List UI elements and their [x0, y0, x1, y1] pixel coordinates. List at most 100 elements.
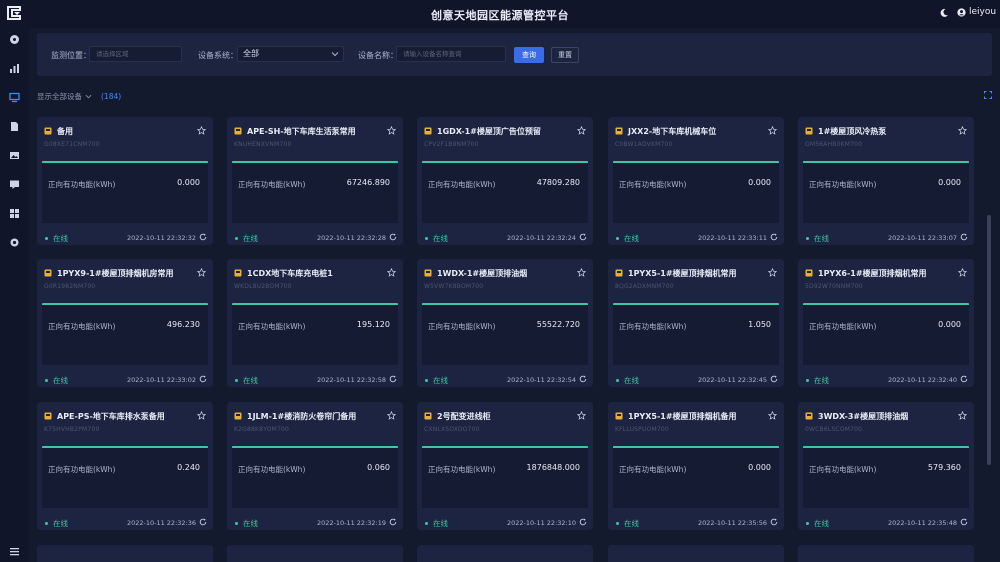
- sidebar-collapse[interactable]: [9, 546, 20, 557]
- star-icon[interactable]: [197, 411, 206, 420]
- username: leiyou: [969, 7, 997, 17]
- refresh-icon[interactable]: [770, 375, 778, 383]
- star-icon[interactable]: [768, 411, 777, 420]
- device-card[interactable]: 1JLM-1#楼消防火卷帘门备用 K2G88K8YOM700 正向有功电能(kW…: [227, 402, 403, 530]
- sidebar-item-messages[interactable]: [9, 179, 20, 190]
- show-all-devices-toggle[interactable]: 显示全部设备 (184): [37, 91, 121, 102]
- user-menu[interactable]: leiyou: [957, 7, 996, 17]
- refresh-icon[interactable]: [579, 518, 587, 526]
- refresh-icon[interactable]: [199, 375, 207, 383]
- device-card[interactable]: APE-SH-地下车库生活泵常用 KNUHENXVNM700 正向有功电能(kW…: [227, 117, 403, 245]
- metric-value: 0.240: [177, 463, 200, 472]
- status-text: 在线: [243, 519, 258, 528]
- star-icon[interactable]: [387, 268, 396, 277]
- update-time: 2022-10-11 22:32:36: [126, 519, 196, 527]
- refresh-icon[interactable]: [960, 518, 968, 526]
- meter-icon: [424, 412, 432, 420]
- refresh-icon[interactable]: [199, 518, 207, 526]
- refresh-icon[interactable]: [770, 518, 778, 526]
- device-card[interactable]: 1CDX地下车库充电桩1 WKDL8U2BOM700 正向有功电能(kWh) 1…: [227, 259, 403, 387]
- device-code: C0BW1ADVKM700: [615, 141, 673, 148]
- query-button[interactable]: 查询: [514, 47, 544, 63]
- device-card[interactable]: 3WDX-3#楼屋顶排油烟 0WCB6LSCOM700 正向有功电能(kWh) …: [798, 402, 974, 530]
- device-card-partial[interactable]: [608, 545, 784, 562]
- refresh-icon[interactable]: [960, 375, 968, 383]
- device-card-partial[interactable]: [798, 545, 974, 562]
- metric-value: 55522.720: [536, 320, 580, 329]
- sidebar-item-settings[interactable]: [9, 237, 20, 248]
- refresh-icon[interactable]: [389, 518, 397, 526]
- device-card[interactable]: 1PYX9-1#楼屋顶排烟机房常用 G0R1982NM700 正向有功电能(kW…: [37, 259, 213, 387]
- star-icon[interactable]: [958, 411, 967, 420]
- fullscreen-icon[interactable]: [984, 91, 992, 99]
- star-icon[interactable]: [197, 126, 206, 135]
- device-card-partial[interactable]: [227, 545, 403, 562]
- sidebar-item-reports[interactable]: [9, 150, 20, 161]
- metric-label: 正向有功电能(kWh): [809, 465, 877, 474]
- location-input[interactable]: 请选择区域: [89, 46, 182, 62]
- device-card[interactable]: 1PYX6-1#楼屋顶排烟机常用 5D92W70NNM700 正向有功电能(kW…: [798, 259, 974, 387]
- device-name-input[interactable]: 请输入设备名称查询: [396, 46, 506, 62]
- star-icon[interactable]: [577, 411, 586, 420]
- refresh-icon[interactable]: [199, 233, 207, 241]
- device-name: 1GDX-1#楼屋顶广告位预留: [437, 127, 541, 136]
- theme-toggle-icon[interactable]: [939, 8, 949, 18]
- status-badge: 在线: [806, 375, 829, 386]
- status-dot: [235, 379, 238, 382]
- metric-label: 正向有功电能(kWh): [238, 180, 306, 189]
- card-header: 1JLM-1#楼消防火卷帘门备用: [234, 411, 396, 423]
- card-header: 1CDX地下车库充电桩1: [234, 268, 396, 280]
- device-card[interactable]: 2号配变进线柜 CXNLXSOXOO700 正向有功电能(kWh) 187684…: [417, 402, 593, 530]
- device-card[interactable]: JXX2-地下车库机械车位 C0BW1ADVKM700 正向有功电能(kWh) …: [608, 117, 784, 245]
- device-card[interactable]: 1WDX-1#楼屋顶排油烟 W5VW7K8BOM700 正向有功电能(kWh) …: [417, 259, 593, 387]
- status-dot: [806, 237, 809, 240]
- metric-panel: 正向有功电能(kWh) 1876848.000: [422, 446, 588, 508]
- metric-value: 0.000: [938, 178, 961, 187]
- device-card[interactable]: 1GDX-1#楼屋顶广告位预留 CPV2F1B9NM700 正向有功电能(kWh…: [417, 117, 593, 245]
- status-dot: [806, 522, 809, 525]
- status-text: 在线: [53, 519, 68, 528]
- star-icon[interactable]: [768, 268, 777, 277]
- refresh-icon[interactable]: [579, 233, 587, 241]
- device-card[interactable]: 1PYX5-1#楼屋顶排烟机常用 8QG2ADXMNM700 正向有功电能(kW…: [608, 259, 784, 387]
- status-text: 在线: [243, 376, 258, 385]
- sidebar-item-devices[interactable]: [9, 92, 20, 103]
- star-icon[interactable]: [387, 126, 396, 135]
- reset-button[interactable]: 重置: [551, 47, 579, 63]
- device-card[interactable]: 1PYX5-1#楼屋顶排烟机备用 KFLLUSPUOM700 正向有功电能(kW…: [608, 402, 784, 530]
- sidebar-item-apps[interactable]: [9, 208, 20, 219]
- metric-label: 正向有功电能(kWh): [619, 465, 687, 474]
- star-icon[interactable]: [958, 268, 967, 277]
- device-card[interactable]: 备用 G08XE71CNM700 正向有功电能(kWh) 0.000 在线 20…: [37, 117, 213, 245]
- device-card[interactable]: APE-PS-地下车库排水泵备用 K75HVHB2PM700 正向有功电能(kW…: [37, 402, 213, 530]
- system-select[interactable]: 全部: [237, 46, 344, 62]
- status-dot: [45, 237, 48, 240]
- metric-label: 正向有功电能(kWh): [619, 322, 687, 331]
- name-label: 设备名称：: [358, 51, 398, 60]
- device-card-partial[interactable]: [37, 545, 213, 562]
- device-card-partial[interactable]: [417, 545, 593, 562]
- metric-label: 正向有功电能(kWh): [238, 465, 306, 474]
- status-text: 在线: [624, 234, 639, 243]
- metric-label: 正向有功电能(kWh): [48, 180, 116, 189]
- refresh-icon[interactable]: [389, 233, 397, 241]
- star-icon[interactable]: [958, 126, 967, 135]
- sidebar-item-analysis[interactable]: [9, 63, 20, 74]
- star-icon[interactable]: [577, 126, 586, 135]
- scrollbar[interactable]: [987, 215, 991, 465]
- refresh-icon[interactable]: [579, 375, 587, 383]
- refresh-icon[interactable]: [960, 233, 968, 241]
- star-icon[interactable]: [197, 268, 206, 277]
- status-badge: 在线: [616, 233, 639, 244]
- star-icon[interactable]: [387, 411, 396, 420]
- status-dot: [45, 522, 48, 525]
- sidebar-item-dashboard[interactable]: [9, 34, 20, 45]
- refresh-icon[interactable]: [389, 375, 397, 383]
- star-icon[interactable]: [768, 126, 777, 135]
- device-card[interactable]: 1#楼屋顶风冷热泵 GM56AHB0KM700 正向有功电能(kWh) 0.00…: [798, 117, 974, 245]
- refresh-icon[interactable]: [770, 233, 778, 241]
- gear-icon: [10, 238, 19, 247]
- star-icon[interactable]: [577, 268, 586, 277]
- sidebar-item-documents[interactable]: [9, 121, 20, 132]
- card-header: 3WDX-3#楼屋顶排油烟: [805, 411, 967, 423]
